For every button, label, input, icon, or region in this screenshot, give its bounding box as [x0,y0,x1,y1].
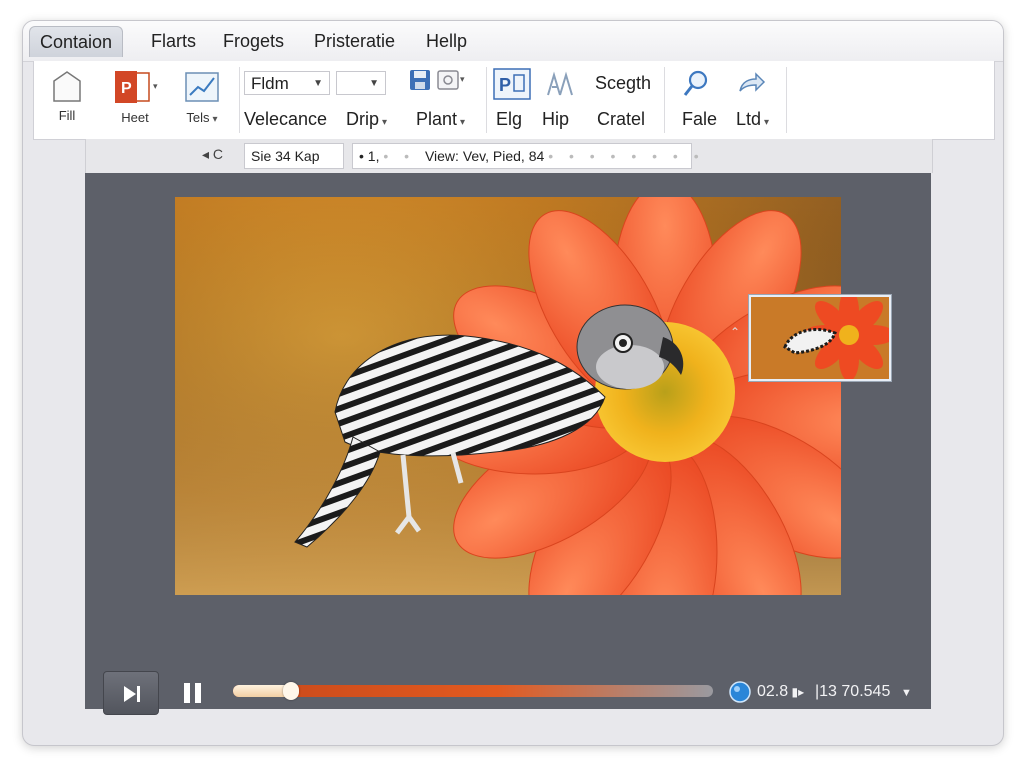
menu-contaion[interactable]: Contaion [29,26,124,57]
media-viewer: ⌃ [85,173,931,715]
total-time-value: |13 70.545 [815,683,891,700]
skip-forward-icon [124,686,140,702]
ribbon-separator [239,67,240,133]
view-bar: ◂ C Sie 34 Kap • 1, • • View: Vev, Pied,… [85,139,933,173]
plant-button[interactable]: Plant ▾ [416,109,465,130]
app-window: Contaion Flarts Frogets Pristeratie Hell… [22,20,1004,746]
save-icon[interactable] [408,67,432,98]
fill-label: Fill [58,108,76,123]
line-chart-icon [185,72,219,102]
menu-pristeratie[interactable]: Pristeratie [304,27,405,55]
plant-label: Plant [416,109,458,129]
main-photo [175,197,841,595]
menu-frogets[interactable]: Frogets [213,27,294,55]
drip-caret-icon: ▾ [382,117,388,128]
page-shape-icon [53,71,81,102]
pin-icon: ⌃ [730,325,741,339]
seek-bar[interactable] [233,682,713,700]
people-icon[interactable] [544,69,576,104]
ribbon-separator [664,67,665,133]
fill-button[interactable]: Fill [44,69,90,123]
current-time: 02.8 ▮▸ [757,683,804,701]
chevron-down-icon: ▼ [369,78,379,89]
share-arrow-icon[interactable] [736,71,766,102]
menu-hellp[interactable]: Hellp [416,27,477,55]
scegth-button[interactable]: Scegth [595,73,651,94]
size-dropdown[interactable]: ▼ [336,71,386,95]
ltd-caret-icon: ▾ [764,117,770,128]
hip-button[interactable]: Hip [542,109,569,130]
menu-flarts[interactable]: Flarts [141,27,206,55]
chevron-down-icon: ▼ [313,78,323,89]
search-icon[interactable] [682,69,710,104]
heet-label: Heet [121,110,149,125]
tels-button[interactable]: Tels ▾ [174,69,230,125]
view-field-text: View: Vev, Pied, 84 [424,148,545,164]
current-time-value: 02.8 [757,683,789,700]
fale-button[interactable]: Fale [682,109,717,130]
svg-text:P: P [121,80,132,97]
cratel-button[interactable]: Cratel [597,109,645,130]
seek-bar-progress [233,685,291,697]
ltd-label: Ltd [736,109,762,129]
plant-caret-icon: ▾ [460,117,466,128]
back-refresh-button[interactable]: ◂ C [202,146,223,163]
presentation-icon: P ▾ [115,71,158,103]
total-time: |13 70.545 [815,683,890,701]
thumbnail-preview[interactable] [749,295,891,381]
ribbon-separator [786,67,787,133]
pause-icon [184,683,201,703]
thumbnail-image [751,297,889,379]
svg-text:P: P [499,75,511,95]
tels-caret-icon: ▾ [212,114,218,125]
drip-button[interactable]: Drip ▾ [346,109,387,130]
ribbon-toolbar: Fill P ▾ Heet Tels ▾ Fldm ▼ ▼ Velecance … [33,61,995,140]
publisher-icon[interactable]: P [492,67,532,106]
svg-text:▾: ▾ [153,81,158,91]
ltd-button[interactable]: Ltd ▾ [736,109,769,130]
view-field-prefix: • 1, [359,148,380,164]
menu-bar: Contaion Flarts Frogets Pristeratie Hell… [23,21,1003,62]
font-dropdown[interactable]: Fldm ▼ [244,71,330,95]
picture-icon[interactable]: ▾ [436,67,466,98]
ribbon-separator [486,67,487,133]
view-field[interactable]: • 1, • • View: Vev, Pied, 84 • • • • • •… [352,143,699,169]
font-dropdown-value: Fldm [251,74,289,93]
seek-handle[interactable] [282,682,299,700]
svg-text:▾: ▾ [460,74,465,84]
time-menu-chevron-icon[interactable]: ▼ [901,687,912,699]
separator-dots: • • • • • • • • [548,148,705,164]
skip-forward-button[interactable] [103,671,159,715]
globe-icon[interactable] [729,681,751,708]
drip-label: Drip [346,109,380,129]
size-field[interactable]: Sie 34 Kap [244,143,344,169]
heet-button[interactable]: P ▾ Heet [104,69,166,125]
speaker-icon: ▮▸ [788,685,805,699]
tels-label-wrap: Tels ▾ [174,110,230,125]
flower-bird-image [175,197,841,595]
velecance-button[interactable]: Velecance [244,109,327,130]
pause-button[interactable] [175,671,211,715]
tels-label: Tels [186,110,210,125]
elg-button[interactable]: Elg [496,109,522,130]
separator-dots: • • [383,148,425,164]
